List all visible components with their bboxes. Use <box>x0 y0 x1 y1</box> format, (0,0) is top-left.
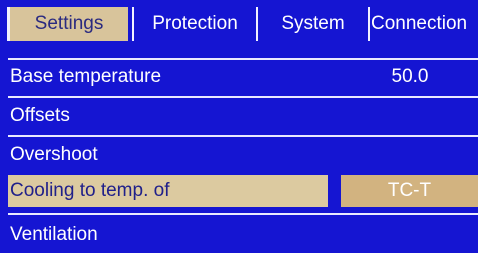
tab-divider <box>132 7 134 41</box>
row-label: Cooling to temp. of <box>10 180 170 201</box>
row-value: TC-T <box>387 180 432 201</box>
tab-divider <box>256 7 258 41</box>
row-label: Ventilation <box>10 224 98 245</box>
tab-bar: Settings Protection System Connection <box>0 0 478 48</box>
tab-connection[interactable]: Connection <box>371 7 478 41</box>
tab-divider <box>368 7 370 41</box>
row-divider <box>8 213 478 215</box>
menu-row-offsets[interactable]: Offsets <box>0 97 478 135</box>
menu-row-overshoot[interactable]: Overshoot <box>0 136 478 174</box>
menu-row-base-temperature[interactable]: Base temperature 50.0 <box>0 58 478 96</box>
tab-protection[interactable]: Protection <box>136 7 254 41</box>
tab-system[interactable]: System <box>260 7 366 41</box>
menu-row-ventilation[interactable]: Ventilation <box>0 216 478 253</box>
row-label: Overshoot <box>10 144 98 165</box>
tab-settings[interactable]: Settings <box>10 7 128 41</box>
menu-row-cooling-to-temp[interactable]: Cooling to temp. of TC-T <box>0 172 478 210</box>
row-label: Base temperature <box>10 66 162 87</box>
row-value: 50.0 <box>391 66 429 87</box>
row-label: Offsets <box>10 105 70 126</box>
controller-screen: Settings Protection System Connection Ba… <box>0 0 478 253</box>
